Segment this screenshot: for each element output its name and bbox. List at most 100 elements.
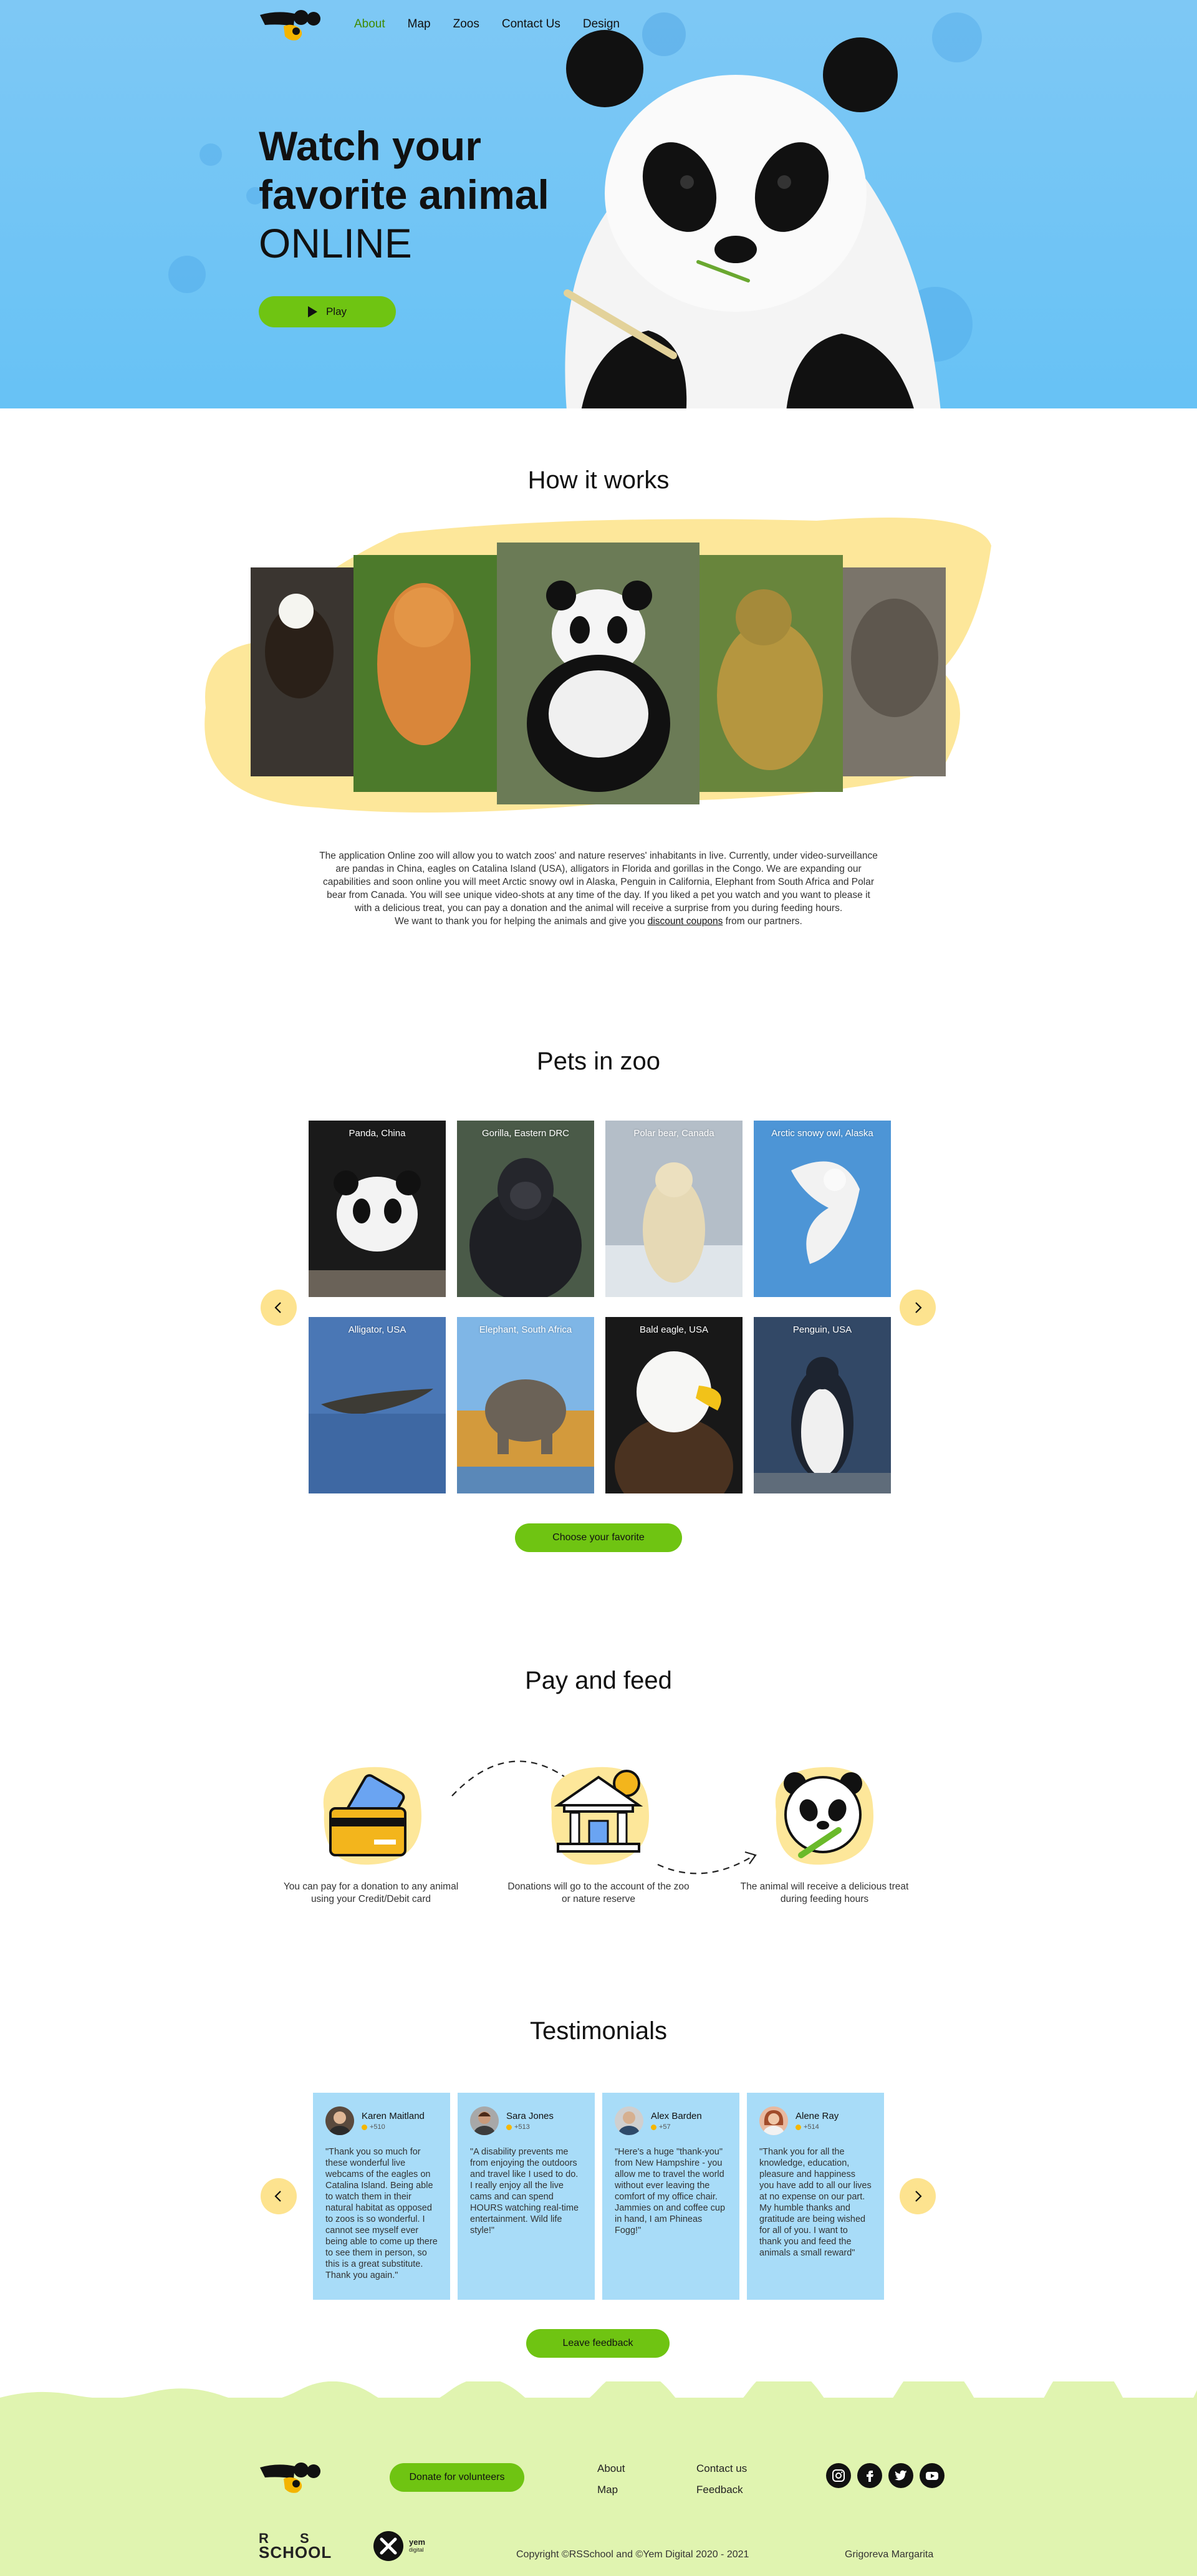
footer-link-contact-us[interactable]: Contact us [696, 2463, 747, 2475]
testimonial-stars: +510 [370, 2123, 385, 2131]
credit-card-icon [312, 1755, 430, 1874]
testimonial-text: "Here's a huge "thank-you" from New Hamp… [615, 2147, 726, 2236]
instagram-icon [832, 2469, 845, 2482]
pet-card-label: Gorilla, Eastern DRC [481, 1128, 570, 1139]
yem-digital-logo[interactable]: yem digital [373, 2530, 425, 2562]
coin-icon [362, 2124, 367, 2130]
pet-card-label: Elephant, South Africa [479, 1324, 572, 1335]
how-thanks-suffix: from our partners. [725, 916, 802, 927]
testimonial-name: Sara Jones [506, 2111, 554, 2121]
nav-item-map[interactable]: Map [408, 17, 431, 31]
pet-card-elephant[interactable]: Elephant, South Africa [457, 1317, 594, 1493]
panda-treat-icon [764, 1755, 882, 1874]
hero-title-line2: favorite animal [259, 171, 549, 218]
pet-card-bald-eagle[interactable]: Bald eagle, USA [605, 1317, 743, 1493]
testimonial-stars: +57 [659, 2123, 671, 2131]
chevron-left-icon [274, 1302, 281, 1313]
pet-card-label: Arctic snowy owl, Alaska [771, 1128, 873, 1139]
nav-item-contact-us[interactable]: Contact Us [502, 17, 560, 31]
footer-link-feedback[interactable]: Feedback [696, 2484, 743, 2496]
testimonials-next-button[interactable] [900, 2178, 936, 2214]
twitter-link[interactable] [888, 2463, 913, 2488]
facebook-link[interactable] [857, 2463, 882, 2488]
nav-item-zoos[interactable]: Zoos [453, 17, 479, 31]
testimonials-prev-button[interactable] [261, 2178, 297, 2214]
pay-step-3: The animal will receive a delicious trea… [729, 1881, 920, 1906]
pets-in-zoo-title: Pets in zoo [537, 1048, 660, 1075]
testimonial-card: Sara Jones +513 "A disability prevents m… [458, 2093, 595, 2300]
avatar [470, 2106, 499, 2135]
testimonial-stars: +513 [514, 2123, 530, 2131]
play-icon [307, 306, 317, 317]
chevron-right-icon [915, 2191, 922, 2202]
nav-item-design[interactable]: Design [583, 17, 620, 31]
pet-card-penguin[interactable]: Penguin, USA [754, 1317, 891, 1493]
main-nav: About Map Zoos Contact Us Design [259, 0, 642, 49]
how-description-thanks: We want to thank you for helping the ani… [318, 915, 879, 928]
pet-card-polar-bear[interactable]: Polar bear, Canada [605, 1121, 743, 1297]
pet-card-label: Panda, China [349, 1128, 406, 1139]
coin-icon [506, 2124, 512, 2130]
testimonial-name: Karen Maitland [362, 2111, 425, 2121]
hero-title-line3: ONLINE [259, 220, 412, 266]
hero-title-line1: Watch your [259, 123, 481, 169]
footer-wave [0, 2381, 1197, 2406]
pay-step-1-line1: You can pay for a donation to any animal [283, 1881, 459, 1892]
testimonial-text: "Thank you so much for these wonderful l… [325, 2147, 438, 2280]
coin-icon [796, 2124, 801, 2130]
discount-coupons-link[interactable]: discount coupons [648, 916, 723, 927]
donate-volunteers-button[interactable]: Donate for volunteers [390, 2463, 524, 2492]
rs-logo-line2: SCHOOL [259, 2543, 332, 2562]
testimonials-title: Testimonials [529, 2017, 668, 2045]
how-it-works-title: How it works [527, 466, 670, 494]
pay-and-feed-title: Pay and feed [525, 1667, 672, 1694]
testimonial-card: Karen Maitland +510 "Thank you so much f… [313, 2093, 450, 2300]
testimonial-name: Alex Barden [651, 2111, 702, 2121]
leave-feedback-button[interactable]: Leave feedback [526, 2329, 670, 2358]
testimonial-text: "A disability prevents me from enjoying … [470, 2147, 579, 2236]
footer-link-map[interactable]: Map [597, 2484, 618, 2496]
youtube-link[interactable] [920, 2463, 945, 2488]
pet-card-label: Alligator, USA [348, 1324, 406, 1335]
avatar [325, 2106, 354, 2135]
pet-card-alligator[interactable]: Alligator, USA [309, 1317, 446, 1493]
footer-logo[interactable] [259, 2460, 324, 2494]
testimonial-name: Alene Ray [796, 2111, 839, 2121]
pay-step-1: You can pay for a donation to any animal… [274, 1881, 468, 1906]
chevron-right-icon [915, 1302, 922, 1313]
footer-link-about[interactable]: About [597, 2463, 625, 2475]
pet-card-snowy-owl[interactable]: Arctic snowy owl, Alaska [754, 1121, 891, 1297]
instagram-link[interactable] [826, 2463, 851, 2488]
hero-panda-image [542, 19, 954, 408]
play-button-label: Play [325, 306, 347, 317]
decor-blob [168, 256, 206, 293]
pet-card-panda[interactable]: Panda, China [309, 1121, 446, 1297]
testimonial-stars: +514 [804, 2123, 819, 2131]
testimonial-text: "Thank you for all the knowledge, educat… [759, 2147, 872, 2258]
author-name: Grigoreva Margarita [845, 2549, 934, 2560]
play-button[interactable]: Play [259, 296, 396, 327]
pay-step-2: Donations will go to the account of the … [499, 1881, 698, 1906]
pets-prev-button[interactable] [261, 1290, 297, 1326]
testimonial-card: Alex Barden +57 "Here's a huge "thank-yo… [602, 2093, 739, 2300]
pet-card-gorilla[interactable]: Gorilla, Eastern DRC [457, 1121, 594, 1297]
how-thanks-prefix: We want to thank you for helping the ani… [395, 916, 645, 927]
pets-next-button[interactable] [900, 1290, 936, 1326]
testimonials-grid: Karen Maitland +510 "Thank you so much f… [313, 2093, 884, 2300]
pet-card-label: Penguin, USA [792, 1324, 852, 1335]
how-description-main: The application Online zoo will allow yo… [319, 851, 878, 914]
logo[interactable] [259, 7, 324, 42]
footer: Donate for volunteers About Map Contact … [0, 2381, 1197, 2576]
nav-item-about[interactable]: About [354, 17, 385, 31]
pay-step-3-line1: The animal will receive a delicious trea… [740, 1881, 909, 1892]
bank-icon [539, 1755, 658, 1874]
hero-section: About Map Zoos Contact Us Design Watch y… [0, 0, 1197, 408]
coin-icon [651, 2124, 656, 2130]
decor-blob [200, 143, 222, 166]
choose-favorite-button[interactable]: Choose your favorite [515, 1523, 682, 1552]
pay-step-1-line2: using your Credit/Debit card [310, 1894, 431, 1904]
yem-logo-line2: digital [409, 2547, 424, 2553]
pay-step-2-line2: or nature reserve [561, 1894, 636, 1904]
testimonial-card: Alene Ray +514 "Thank you for all the kn… [747, 2093, 884, 2300]
rs-school-logo[interactable]: R S SCHOOL [259, 2532, 332, 2562]
